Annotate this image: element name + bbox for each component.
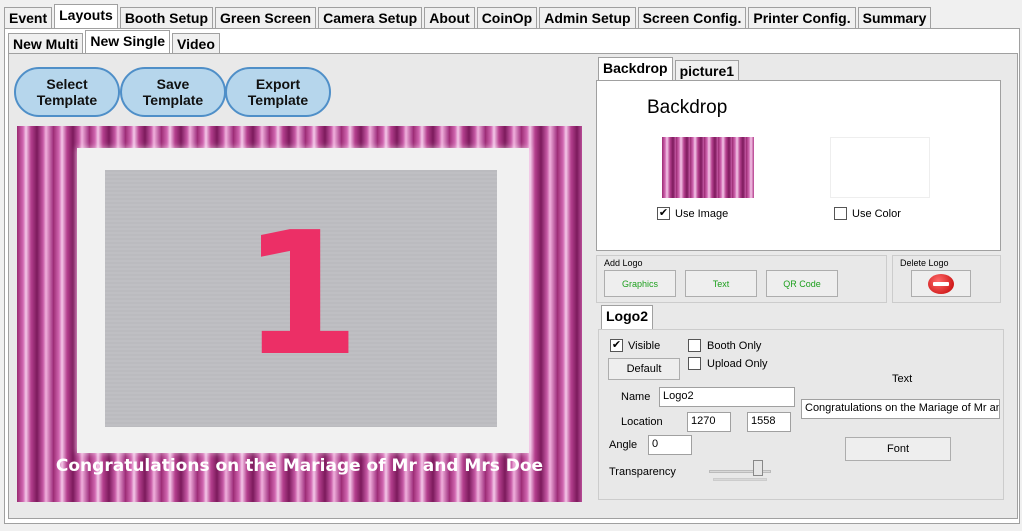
backdrop-tab-bar: Backdrop picture1 <box>598 57 741 81</box>
slider-tick-bar <box>713 478 767 481</box>
location-label: Location <box>621 416 663 428</box>
tab-green-screen[interactable]: Green Screen <box>215 7 317 28</box>
angle-label: Angle <box>609 439 638 451</box>
name-field[interactable]: Logo2 <box>659 387 795 407</box>
backdrop-title: Backdrop <box>647 97 728 118</box>
tab-printer-config[interactable]: Printer Config. <box>748 7 856 28</box>
name-label: Name <box>621 391 651 403</box>
delete-logo-label: Delete Logo <box>900 258 949 268</box>
tab-screen-config[interactable]: Screen Config. <box>637 7 747 28</box>
tab-picture1[interactable]: picture1 <box>674 60 740 81</box>
photo-number: 1 <box>241 196 361 394</box>
backdrop-image-thumb[interactable] <box>662 137 754 198</box>
tab-logo2[interactable]: Logo2 <box>601 305 653 329</box>
visible-label: Visible <box>628 340 661 352</box>
use-image-checkbox[interactable]: ✔ <box>657 207 670 220</box>
location-y-field[interactable]: 1558 <box>747 412 791 432</box>
use-color-label: Use Color <box>852 208 901 220</box>
add-text-button[interactable]: Text <box>685 270 757 297</box>
tab-new-single[interactable]: New Single <box>85 30 171 54</box>
font-button[interactable]: Font <box>845 437 951 461</box>
tab-event[interactable]: Event <box>4 7 53 28</box>
logo-tab-bar: Logo2 <box>601 305 655 329</box>
save-template-button[interactable]: Save Template <box>120 67 226 117</box>
photo-frame: 1 <box>77 148 529 453</box>
text-label: Text <box>892 373 913 385</box>
use-color-checkbox[interactable] <box>834 207 847 220</box>
tab-layouts[interactable]: Layouts <box>54 4 118 28</box>
tab-coinop[interactable]: CoinOp <box>476 7 538 28</box>
booth-only-checkbox[interactable] <box>688 339 701 352</box>
tab-summary[interactable]: Summary <box>857 7 932 28</box>
photo-placeholder: 1 <box>105 170 497 427</box>
visible-checkbox[interactable]: ✔ <box>610 339 623 352</box>
delete-logo-button[interactable] <box>911 270 971 297</box>
tab-backdrop[interactable]: Backdrop <box>598 57 673 81</box>
slider-thumb[interactable] <box>753 460 763 476</box>
add-logo-group: Add Logo Graphics Text QR Code <box>596 255 887 303</box>
tab-admin-setup[interactable]: Admin Setup <box>539 7 636 28</box>
tab-camera-setup[interactable]: Camera Setup <box>318 7 423 28</box>
upload-only-label: Upload Only <box>707 358 768 370</box>
main-tab-bar: Event Layouts Booth Setup Green Screen C… <box>4 4 933 28</box>
delete-logo-group: Delete Logo <box>892 255 1001 303</box>
use-image-label: Use Image <box>675 208 729 220</box>
angle-field[interactable]: 0 <box>648 435 692 455</box>
tab-new-multi[interactable]: New Multi <box>8 33 84 54</box>
upload-only-checkbox[interactable] <box>688 357 701 370</box>
add-qr-code-button[interactable]: QR Code <box>766 270 838 297</box>
booth-only-label: Booth Only <box>707 340 762 352</box>
preview-caption[interactable]: Congratulations on the Mariage of Mr and… <box>17 456 582 476</box>
sub-tab-bar: New Multi New Single Video <box>8 30 222 54</box>
transparency-label: Transparency <box>609 466 676 478</box>
transparency-slider[interactable] <box>709 460 771 482</box>
add-graphics-button[interactable]: Graphics <box>604 270 676 297</box>
tab-video[interactable]: Video <box>172 33 220 54</box>
delete-icon <box>928 273 954 294</box>
logo-panel: ✔ Visible Booth Only Upload Only Default… <box>598 329 1004 500</box>
tab-about[interactable]: About <box>424 7 475 28</box>
add-logo-label: Add Logo <box>604 258 643 268</box>
location-x-field[interactable]: 1270 <box>687 412 731 432</box>
template-preview[interactable]: 1 Congratulations on the Mariage of Mr a… <box>17 126 582 502</box>
backdrop-color-swatch[interactable] <box>830 137 930 198</box>
select-template-button[interactable]: Select Template <box>14 67 120 117</box>
tab-booth-setup[interactable]: Booth Setup <box>119 7 214 28</box>
text-field[interactable]: Congratulations on the Mariage of Mr and… <box>801 399 1000 419</box>
backdrop-panel: Backdrop ✔ Use Image Use Color <box>596 80 1001 251</box>
export-template-button[interactable]: Export Template <box>225 67 331 117</box>
default-button[interactable]: Default <box>608 358 680 380</box>
